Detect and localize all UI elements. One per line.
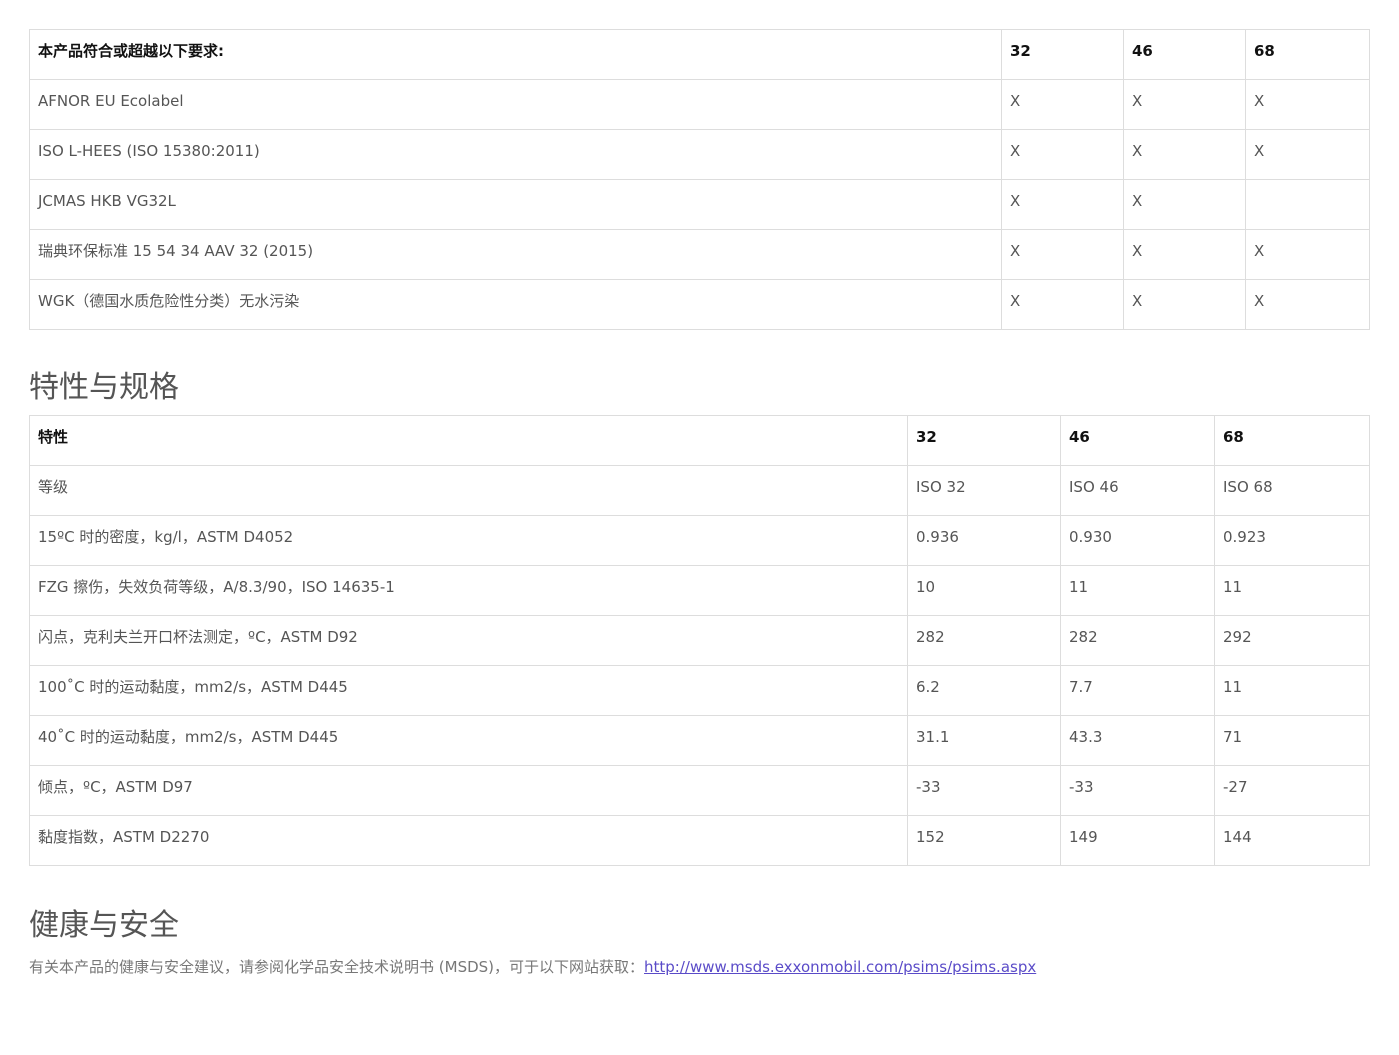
header-cell: 46	[1123, 29, 1246, 80]
table-cell: 瑞典环保标准 15 54 34 AAV 32 (2015)	[29, 229, 1002, 280]
table-cell: AFNOR EU Ecolabel	[29, 79, 1002, 130]
table-cell: 11	[1060, 565, 1215, 616]
table-cell: X	[1123, 79, 1246, 130]
table-cell: X	[1245, 129, 1370, 180]
table-cell: 闪点，克利夫兰开口杯法测定，ºC，ASTM D92	[29, 615, 908, 666]
table-cell: 0.923	[1214, 515, 1370, 566]
properties-table: 特性 32 46 68 等级 ISO 32 ISO 46 ISO 68 15ºC…	[29, 415, 1370, 866]
table-row: 等级 ISO 32 ISO 46 ISO 68	[29, 465, 1370, 516]
table-cell: X	[1001, 279, 1124, 330]
table-cell: 282	[1060, 615, 1215, 666]
table-cell: WGK（德国水质危险性分类）无水污染	[29, 279, 1002, 330]
table-cell: X	[1245, 229, 1370, 280]
table-cell: 100˚C 时的运动黏度，mm2/s，ASTM D445	[29, 665, 908, 716]
table-cell: FZG 擦伤，失效负荷等级，A/8.3/90，ISO 14635-1	[29, 565, 908, 616]
table-cell: 6.2	[907, 665, 1061, 716]
table-cell: X	[1001, 229, 1124, 280]
table-cell: 等级	[29, 465, 908, 516]
table-cell: ISO 32	[907, 465, 1061, 516]
table-row: 40˚C 时的运动黏度，mm2/s，ASTM D445 31.1 43.3 71	[29, 715, 1370, 766]
table-cell: X	[1001, 79, 1124, 130]
table-cell: 149	[1060, 815, 1215, 866]
table-cell: 倾点，ºC，ASTM D97	[29, 765, 908, 816]
table-cell	[1245, 179, 1370, 230]
table-cell: 11	[1214, 665, 1370, 716]
requirements-header-row: 本产品符合或超越以下要求: 32 46 68	[29, 29, 1370, 80]
table-row: 倾点，ºC，ASTM D97 -33 -33 -27	[29, 765, 1370, 816]
table-cell: 71	[1214, 715, 1370, 766]
table-cell: X	[1123, 129, 1246, 180]
table-cell: X	[1123, 179, 1246, 230]
properties-header-row: 特性 32 46 68	[29, 415, 1370, 466]
table-row: JCMAS HKB VG32L X X	[29, 179, 1370, 230]
table-cell: 11	[1214, 565, 1370, 616]
header-cell: 32	[1001, 29, 1124, 80]
health-paragraph: 有关本产品的健康与安全建议，请参阅化学品安全技术说明书 (MSDS)，可于以下网…	[29, 956, 1036, 977]
section-title-properties: 特性与规格	[29, 370, 179, 405]
table-row: 黏度指数，ASTM D2270 152 149 144	[29, 815, 1370, 866]
table-cell: -27	[1214, 765, 1370, 816]
table-cell: ISO 68	[1214, 465, 1370, 516]
table-row: 15ºC 时的密度，kg/l，ASTM D4052 0.936 0.930 0.…	[29, 515, 1370, 566]
table-row: FZG 擦伤，失效负荷等级，A/8.3/90，ISO 14635-1 10 11…	[29, 565, 1370, 616]
table-cell: 40˚C 时的运动黏度，mm2/s，ASTM D445	[29, 715, 908, 766]
table-cell: 0.930	[1060, 515, 1215, 566]
header-cell: 68	[1245, 29, 1370, 80]
table-cell: X	[1245, 79, 1370, 130]
table-cell: 10	[907, 565, 1061, 616]
table-cell: 144	[1214, 815, 1370, 866]
table-cell: 292	[1214, 615, 1370, 666]
properties-section: 特性 32 46 68 等级 ISO 32 ISO 46 ISO 68 15ºC…	[29, 415, 1370, 866]
header-cell: 特性	[29, 415, 908, 466]
table-cell: 0.936	[907, 515, 1061, 566]
requirements-table: 本产品符合或超越以下要求: 32 46 68 AFNOR EU Ecolabel…	[29, 29, 1370, 330]
table-row: AFNOR EU Ecolabel X X X	[29, 79, 1370, 130]
table-cell: JCMAS HKB VG32L	[29, 179, 1002, 230]
table-row: 100˚C 时的运动黏度，mm2/s，ASTM D445 6.2 7.7 11	[29, 665, 1370, 716]
table-cell: 43.3	[1060, 715, 1215, 766]
table-cell: X	[1001, 129, 1124, 180]
table-cell: 黏度指数，ASTM D2270	[29, 815, 908, 866]
table-cell: 31.1	[907, 715, 1061, 766]
table-row: 闪点，克利夫兰开口杯法测定，ºC，ASTM D92 282 282 292	[29, 615, 1370, 666]
table-cell: 15ºC 时的密度，kg/l，ASTM D4052	[29, 515, 908, 566]
table-cell: -33	[907, 765, 1061, 816]
table-row: WGK（德国水质危险性分类）无水污染 X X X	[29, 279, 1370, 330]
requirements-section: 本产品符合或超越以下要求: 32 46 68 AFNOR EU Ecolabel…	[29, 29, 1370, 330]
header-cell: 68	[1214, 415, 1370, 466]
table-cell: -33	[1060, 765, 1215, 816]
health-text: 有关本产品的健康与安全建议，请参阅化学品安全技术说明书 (MSDS)，可于以下网…	[29, 958, 645, 976]
header-cell: 46	[1060, 415, 1215, 466]
table-cell: ISO L-HEES (ISO 15380:2011)	[29, 129, 1002, 180]
header-cell: 本产品符合或超越以下要求:	[29, 29, 1002, 80]
section-title-health: 健康与安全	[29, 908, 179, 943]
table-cell: 152	[907, 815, 1061, 866]
header-cell: 32	[907, 415, 1061, 466]
table-cell: 282	[907, 615, 1061, 666]
table-cell: 7.7	[1060, 665, 1215, 716]
table-row: 瑞典环保标准 15 54 34 AAV 32 (2015) X X X	[29, 229, 1370, 280]
table-cell: X	[1245, 279, 1370, 330]
msds-link[interactable]: http://www.msds.exxonmobil.com/psims/psi…	[644, 958, 1036, 976]
table-row: ISO L-HEES (ISO 15380:2011) X X X	[29, 129, 1370, 180]
table-cell: ISO 46	[1060, 465, 1215, 516]
table-cell: X	[1001, 179, 1124, 230]
table-cell: X	[1123, 279, 1246, 330]
table-cell: X	[1123, 229, 1246, 280]
